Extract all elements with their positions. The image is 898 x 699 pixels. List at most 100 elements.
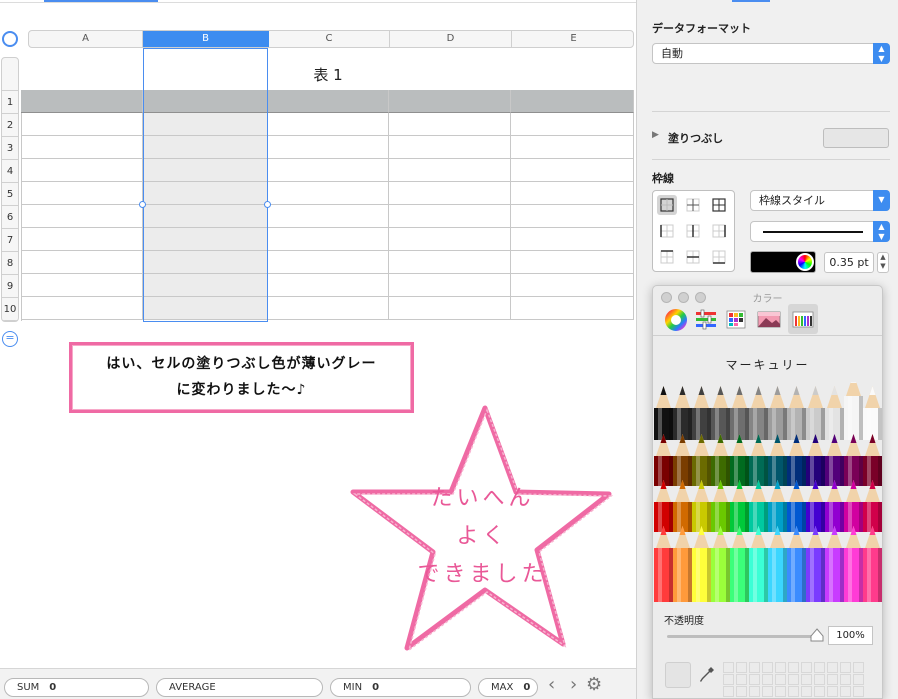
- column-header-c[interactable]: C: [269, 31, 390, 47]
- color-swatch[interactable]: [814, 662, 825, 673]
- row-header-1[interactable]: 1: [2, 91, 18, 114]
- cell-d1[interactable]: [389, 90, 511, 113]
- color-palettes-tab-icon[interactable]: [721, 304, 751, 334]
- cell-e3[interactable]: [511, 136, 634, 159]
- color-swatch[interactable]: [736, 674, 747, 685]
- crayon[interactable]: [654, 480, 673, 532]
- cell-b8[interactable]: [143, 251, 268, 274]
- color-swatch[interactable]: [840, 686, 851, 697]
- cell-c10[interactable]: [268, 297, 389, 320]
- cell-a10[interactable]: [21, 297, 143, 320]
- cell-b2[interactable]: [143, 113, 268, 136]
- row-header-8[interactable]: 8: [2, 252, 18, 275]
- crayon[interactable]: [730, 526, 749, 602]
- row-header-5[interactable]: 5: [2, 183, 18, 206]
- row-header-4[interactable]: 4: [2, 160, 18, 183]
- color-wheel-icon[interactable]: [796, 253, 814, 271]
- crayon[interactable]: [825, 386, 844, 440]
- crayon[interactable]: [749, 434, 768, 486]
- cell-c2[interactable]: [268, 113, 389, 136]
- color-swatch[interactable]: [775, 674, 786, 685]
- cell-b7[interactable]: [143, 228, 268, 251]
- crayon[interactable]: [787, 480, 806, 532]
- stat-average[interactable]: AVERAGE 0: [156, 678, 323, 697]
- cell-e10[interactable]: [511, 297, 634, 320]
- crayon[interactable]: [806, 434, 825, 486]
- crayon[interactable]: [749, 480, 768, 532]
- color-swatch[interactable]: [762, 686, 773, 697]
- border-bottom-icon[interactable]: [709, 247, 729, 267]
- crayon[interactable]: [863, 526, 882, 602]
- cell-a5[interactable]: [21, 182, 143, 205]
- crayon[interactable]: [863, 480, 882, 532]
- row-header-7[interactable]: 7: [2, 229, 18, 252]
- cell-e7[interactable]: [511, 228, 634, 251]
- cell-c1[interactable]: [268, 90, 389, 113]
- selection-handle-right[interactable]: [264, 201, 271, 208]
- disclosure-triangle-icon[interactable]: ▶: [652, 130, 659, 140]
- cell-e6[interactable]: [511, 205, 634, 228]
- cell-e2[interactable]: [511, 113, 634, 136]
- opacity-slider-knob[interactable]: [810, 628, 824, 642]
- crayon[interactable]: [844, 434, 863, 486]
- color-swatch[interactable]: [853, 662, 864, 673]
- cell-d9[interactable]: [389, 274, 511, 297]
- crayon[interactable]: [673, 480, 692, 532]
- crayon[interactable]: [749, 526, 768, 602]
- color-swatch[interactable]: [775, 662, 786, 673]
- color-swatch[interactable]: [736, 686, 747, 697]
- border-style-popup[interactable]: 枠線スタイル ▼: [750, 190, 890, 211]
- crayon[interactable]: [844, 526, 863, 602]
- cell-e8[interactable]: [511, 251, 634, 274]
- cell-d4[interactable]: [389, 159, 511, 182]
- color-swatch[interactable]: [762, 674, 773, 685]
- column-header-b[interactable]: B: [143, 31, 269, 47]
- color-swatch[interactable]: [723, 686, 734, 697]
- crayons-tab-icon[interactable]: [788, 304, 818, 334]
- table-title[interactable]: 表 1: [268, 64, 388, 85]
- cell-a8[interactable]: [21, 251, 143, 274]
- cell-a9[interactable]: [21, 274, 143, 297]
- crayon[interactable]: [673, 386, 692, 440]
- crayon[interactable]: [768, 480, 787, 532]
- crayon[interactable]: [787, 526, 806, 602]
- cell-b1[interactable]: [143, 90, 268, 113]
- crayon[interactable]: [825, 480, 844, 532]
- border-width-stepper[interactable]: ▲ ▼: [877, 252, 889, 273]
- cell-c3[interactable]: [268, 136, 389, 159]
- crayon[interactable]: [844, 382, 863, 440]
- cell-d5[interactable]: [389, 182, 511, 205]
- color-swatch[interactable]: [853, 686, 864, 697]
- line-style-popup[interactable]: ▲ ▼: [750, 221, 890, 242]
- cell-b4[interactable]: [143, 159, 268, 182]
- column-header-a[interactable]: A: [29, 31, 143, 47]
- cell-c5[interactable]: [268, 182, 389, 205]
- color-swatch[interactable]: [801, 686, 812, 697]
- cell-d7[interactable]: [389, 228, 511, 251]
- opacity-field[interactable]: 100%: [828, 626, 873, 645]
- crayon[interactable]: [673, 434, 692, 486]
- cell-a4[interactable]: [21, 159, 143, 182]
- cell-d2[interactable]: [389, 113, 511, 136]
- row-header-6[interactable]: 6: [2, 206, 18, 229]
- crayon[interactable]: [692, 480, 711, 532]
- gear-icon[interactable]: ⚙: [586, 674, 602, 695]
- chevron-left-icon[interactable]: ‹: [548, 674, 555, 695]
- cell-c4[interactable]: [268, 159, 389, 182]
- crayon[interactable]: [711, 434, 730, 486]
- fill-label[interactable]: 塗りつぶし: [668, 130, 723, 146]
- crayon[interactable]: [863, 386, 882, 440]
- color-swatch[interactable]: [775, 686, 786, 697]
- cell-e5[interactable]: [511, 182, 634, 205]
- cell-d8[interactable]: [389, 251, 511, 274]
- crayon[interactable]: [711, 526, 730, 602]
- crayon[interactable]: [787, 386, 806, 440]
- opacity-slider[interactable]: [667, 635, 817, 638]
- crayon[interactable]: [749, 386, 768, 440]
- cell-e1[interactable]: [511, 90, 634, 113]
- cell-a3[interactable]: [21, 136, 143, 159]
- border-outer-icon[interactable]: [657, 195, 677, 215]
- crayon[interactable]: [806, 386, 825, 440]
- crayon[interactable]: [711, 480, 730, 532]
- border-width-field[interactable]: 0.35 pt: [824, 252, 874, 273]
